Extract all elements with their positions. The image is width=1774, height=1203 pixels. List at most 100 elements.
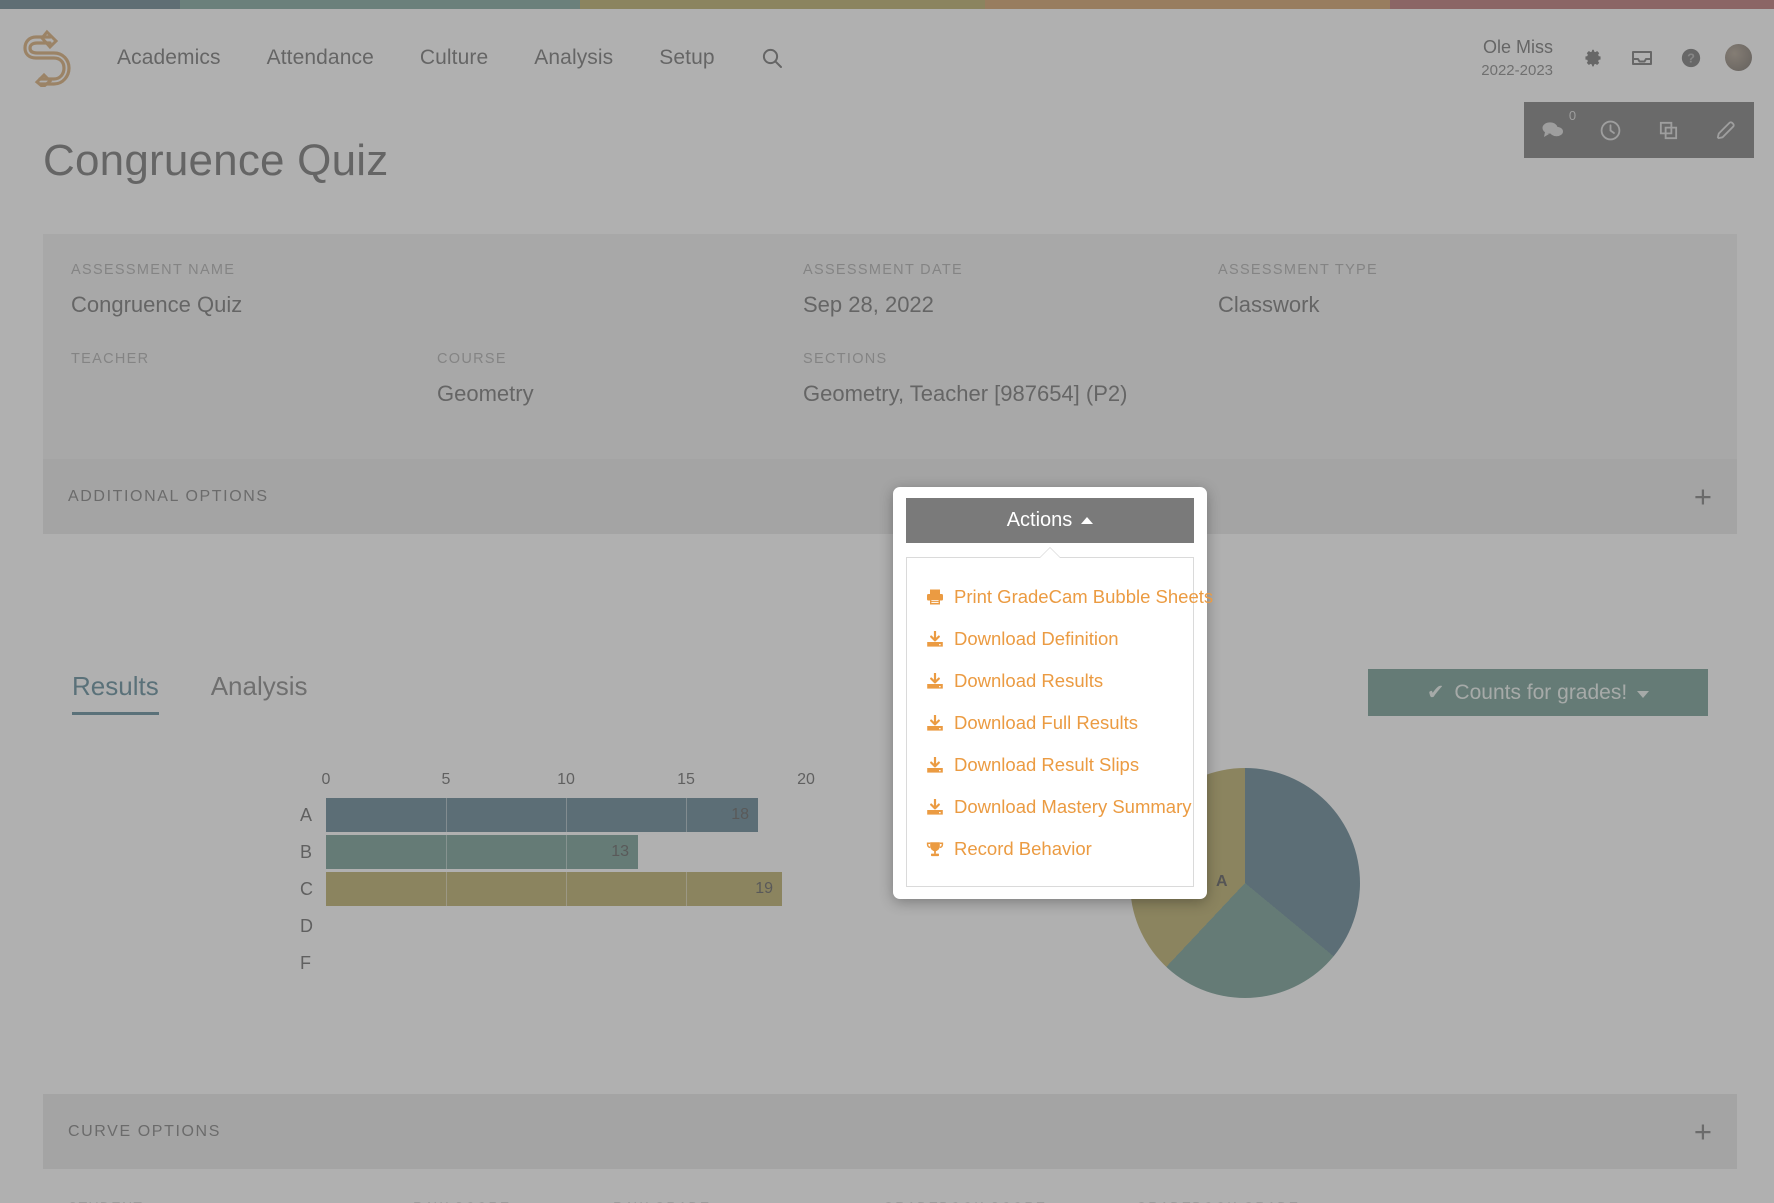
stripe-segment-1 <box>180 0 580 9</box>
search-glyph <box>762 48 782 68</box>
field-course: COURSE Geometry <box>437 351 534 407</box>
nav-right-cluster: Ole Miss 2022-2023 ? <box>1481 34 1774 82</box>
app-logo[interactable] <box>10 29 82 87</box>
menu-item-label: Print GradeCam Bubble Sheets <box>954 586 1214 607</box>
menu-item-download-mastery-summary[interactable]: Download Mastery Summary <box>907 786 1193 828</box>
menu-item-download-result-slips[interactable]: Download Result Slips <box>907 744 1193 786</box>
grid-line <box>566 798 567 832</box>
column-header-gradebook-grade: GRADEBOOK GRADE <box>1136 1199 1436 1203</box>
field-label: TEACHER <box>71 351 150 367</box>
field-value: Congruence Quiz <box>71 292 243 317</box>
menu-item-label: Download Full Results <box>954 712 1139 733</box>
comment-icon[interactable]: 0 <box>1541 108 1576 140</box>
tab-analysis[interactable]: Analysis <box>211 671 308 715</box>
x-tick-5: 5 <box>441 771 451 788</box>
search-icon[interactable] <box>760 46 784 70</box>
comment-glyph <box>1542 122 1564 137</box>
download-icon <box>925 756 945 774</box>
top-navigation-bar: Academics Attendance Culture Analysis Setup … <box>0 9 1774 106</box>
duplicate-icon[interactable] <box>1657 119 1680 142</box>
menu-item-download-definition[interactable]: Download Definition <box>907 618 1193 660</box>
bar-category-label: D <box>300 915 313 936</box>
grid-line <box>446 872 447 906</box>
help-icon[interactable]: ? <box>1680 47 1702 69</box>
bar-track: 13 <box>326 835 926 869</box>
bar-value-label: 18 <box>731 806 749 823</box>
tab-results[interactable]: Results <box>72 671 159 715</box>
counts-for-grades-label: Counts for grades! <box>1454 680 1628 704</box>
bar-track: 19 <box>326 872 926 906</box>
menu-item-download-full-results[interactable]: Download Full Results <box>907 702 1193 744</box>
field-label: ASSESSMENT TYPE <box>1218 262 1378 278</box>
actions-menu-panel: Print GradeCam Bubble Sheets Download Def… <box>906 548 1213 887</box>
school-name: Ole Miss <box>1482 36 1553 57</box>
x-tick-20: 20 <box>797 771 815 788</box>
nav-link-culture[interactable]: Culture <box>397 46 511 70</box>
bar-fill: 19 <box>326 872 782 906</box>
stripe-segment-2 <box>580 0 985 9</box>
menu-item-print-gradecam-bubble-sheets[interactable]: Print GradeCam Bubble Sheets <box>907 576 1213 618</box>
grid-line <box>446 798 447 832</box>
field-value: Sep 28, 2022 <box>803 292 934 317</box>
gear-icon[interactable] <box>1582 47 1604 69</box>
counts-for-grades-button[interactable]: ✔ Counts for grades! <box>1368 669 1708 716</box>
grid-line <box>566 872 567 906</box>
nav-link-setup[interactable]: Setup <box>636 46 737 70</box>
field-label: COURSE <box>437 351 507 367</box>
stripe-segment-0 <box>0 0 180 9</box>
results-table: STUDENT RAW SCORE RAW GRADE GRADEBOOK SC… <box>43 1181 1737 1203</box>
download-icon <box>925 714 945 732</box>
avatar[interactable] <box>1725 44 1752 71</box>
actions-button[interactable]: Actions <box>906 498 1194 543</box>
bar-row-A: A 18 <box>290 797 926 833</box>
field-label: ASSESSMENT DATE <box>803 262 963 278</box>
grid-line <box>686 872 687 906</box>
column-header-raw-score: RAW SCORE <box>413 1199 613 1203</box>
chevron-up-icon <box>1081 517 1094 524</box>
bar-value-label: 13 <box>611 843 629 860</box>
printer-icon <box>925 589 945 605</box>
field-value: Geometry <box>437 381 534 406</box>
bar-category-label: C <box>300 878 313 899</box>
bar-row-B: B 13 <box>290 834 926 870</box>
pie-slice-label-a: A <box>1216 873 1228 890</box>
stripe-segment-3 <box>985 0 1390 9</box>
curve-options-accordion[interactable]: CURVE OPTIONS + <box>43 1094 1737 1169</box>
plus-icon[interactable]: + <box>1694 481 1712 512</box>
brand-color-stripe <box>0 0 1774 9</box>
field-value: Classwork <box>1218 292 1320 317</box>
field-assessment-name: ASSESSMENT NAME Congruence Quiz <box>71 262 242 318</box>
history-icon[interactable] <box>1599 119 1622 142</box>
edit-icon[interactable] <box>1714 119 1737 142</box>
grade-distribution-bar-chart: 0510152025 A18B13C19DF <box>290 771 935 982</box>
assessment-info-card: ASSESSMENT NAME Congruence Quiz ASSESSME… <box>43 234 1737 459</box>
bar-chart-x-axis: 0510152025 <box>322 771 935 797</box>
page-titlebar: Congruence Quiz 0 <box>0 102 1774 224</box>
menu-item-label: Download Result Slips <box>954 754 1140 775</box>
svg-text:?: ? <box>1687 50 1695 65</box>
inbox-icon[interactable] <box>1630 47 1654 69</box>
chevron-down-icon <box>1637 690 1650 698</box>
plus-icon[interactable]: + <box>1694 1116 1712 1147</box>
bar-category-label: A <box>300 804 313 825</box>
menu-item-record-behavior[interactable]: Record Behavior <box>907 828 1193 870</box>
nav-link-academics[interactable]: Academics <box>94 46 244 70</box>
menu-item-label: Download Results <box>954 670 1104 691</box>
school-context[interactable]: Ole Miss 2022-2023 <box>1481 34 1553 82</box>
page-title: Congruence Quiz <box>43 136 389 185</box>
nav-link-analysis[interactable]: Analysis <box>511 46 636 70</box>
download-icon <box>925 798 945 816</box>
download-icon <box>925 630 945 648</box>
additional-options-title: ADDITIONAL OPTIONS <box>68 487 269 505</box>
gear-glyph <box>1585 49 1601 66</box>
pencil-glyph <box>1716 120 1735 139</box>
field-assessment-type: ASSESSMENT TYPE Classwork <box>1218 262 1378 318</box>
stripe-segment-4 <box>1390 0 1774 9</box>
bar-category-label: B <box>300 841 313 862</box>
bar-fill: 13 <box>326 835 638 869</box>
bar-category-label: F <box>300 952 311 973</box>
results-analysis-tabs: Results Analysis <box>72 671 308 715</box>
nav-link-attendance[interactable]: Attendance <box>244 46 397 70</box>
additional-options-accordion[interactable]: ADDITIONAL OPTIONS + <box>43 459 1737 534</box>
menu-item-download-results[interactable]: Download Results <box>907 660 1193 702</box>
